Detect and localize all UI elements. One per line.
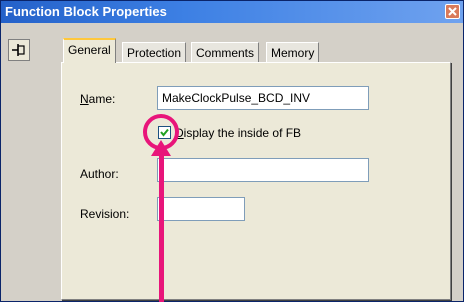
display-inside-label[interactable]: Display the inside of FB (175, 126, 301, 140)
tab-memory-label: Memory (271, 46, 315, 60)
pin-icon (12, 44, 25, 56)
name-field[interactable]: MakeClockPulse_BCD_INV (157, 86, 369, 110)
window-title: Function Block Properties (5, 4, 167, 19)
revision-field[interactable] (157, 197, 245, 221)
revision-label: Revision: (80, 207, 130, 221)
pin-button[interactable] (8, 39, 30, 61)
annotation-arrow-line (159, 153, 164, 302)
tab-memory[interactable]: Memory (266, 42, 320, 62)
name-label: Name: (80, 92, 116, 106)
tab-comments-label: Comments (196, 46, 255, 60)
name-field-value: MakeClockPulse_BCD_INV (162, 91, 311, 105)
close-button[interactable] (445, 4, 460, 19)
author-field[interactable] (157, 158, 369, 182)
close-x-icon (448, 7, 457, 16)
tab-general[interactable]: General (63, 38, 116, 63)
title-bar[interactable]: Function Block Properties (1, 1, 463, 23)
author-label: Author: (80, 167, 119, 181)
tab-comments[interactable]: Comments (191, 42, 260, 62)
function-block-properties-window: Function Block Properties General Protec… (0, 0, 464, 302)
tab-protection-label: Protection (127, 46, 182, 60)
tab-general-label: General (68, 43, 111, 57)
tab-protection[interactable]: Protection (122, 42, 187, 62)
